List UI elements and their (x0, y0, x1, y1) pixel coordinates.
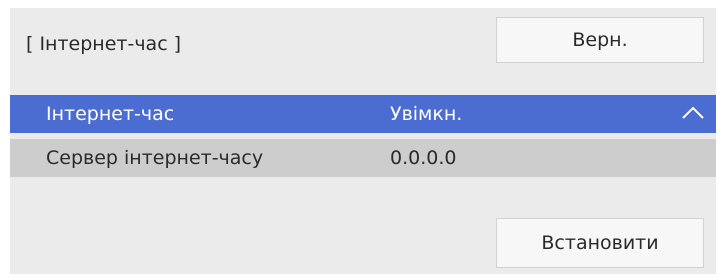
time-server-label: Сервер інтернет-часу (46, 147, 264, 169)
internet-time-label: Інтернет-час (46, 103, 175, 125)
internet-time-value: Увімкн. (390, 103, 463, 125)
back-button[interactable]: Верн. (496, 17, 704, 63)
page-title: [ Інтернет-час ] (26, 33, 182, 55)
time-server-row[interactable]: Сервер інтернет-часу 0.0.0.0 (10, 139, 716, 177)
set-button[interactable]: Встановити (496, 218, 704, 268)
chevron-up-icon[interactable] (682, 106, 704, 120)
internet-time-row[interactable]: Інтернет-час Увімкн. (10, 95, 716, 133)
time-server-value: 0.0.0.0 (390, 147, 457, 169)
